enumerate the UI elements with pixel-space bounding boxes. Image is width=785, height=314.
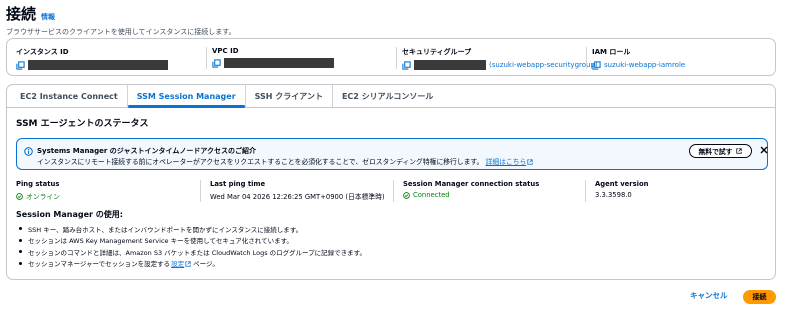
iam-role-field: IAM ロール suzuki-webapp-iamrole [586, 47, 685, 70]
agent-version-value: 3.3.3598.0 [595, 191, 632, 199]
copy-icon[interactable] [16, 60, 25, 70]
copy-icon[interactable] [402, 60, 411, 70]
page-header: 接続 情報 ブラウザサービスのクライアントを使用してインスタンスに接続します。 [6, 3, 236, 37]
connection-status-label: Session Manager connection status [403, 180, 540, 188]
instance-summary-card: インスタンス ID VPC ID セキュリティグループ (suzuki-weba… [6, 38, 776, 76]
agent-version-label: Agent version [595, 180, 649, 188]
list-item: SSH キー、踏み台ホスト、またはインバウンドポートを開かずにインスタンスに接続… [16, 223, 366, 235]
alert-body: インスタンスにリモート接続する前にオペレーターがアクセスをリクエストすることを必… [37, 156, 533, 166]
external-link-icon [736, 148, 743, 154]
info-icon [24, 147, 33, 156]
security-group-id-redacted [414, 60, 486, 70]
last-ping-value: Wed Mar 04 2026 12:26:25 GMT+0900 (日本標準時… [210, 193, 385, 201]
learn-more-label: 詳細はこちら [485, 158, 527, 166]
external-link-icon [527, 159, 533, 165]
page-title: 接続 [6, 5, 37, 23]
copy-icon[interactable] [212, 58, 221, 68]
close-icon[interactable] [759, 145, 769, 155]
try-for-free-label: 無料で試す [698, 148, 733, 156]
connection-tabs: EC2 Instance Connect SSM Session Manager… [7, 85, 775, 108]
connection-status-value: Connected [413, 191, 450, 199]
instance-id-label: インスタンス ID [16, 48, 69, 56]
settings-link[interactable]: 設定 [171, 258, 191, 268]
last-ping-field: Last ping time Wed Mar 04 2026 12:26:25 … [200, 180, 385, 202]
vpc-id-field: VPC ID [206, 47, 334, 69]
list-item: セッションのコマンドと詳細は、Amazon S3 バケットまたは CloudWa… [16, 246, 366, 258]
vpc-id-redacted [224, 58, 334, 68]
try-for-free-button[interactable]: 無料で試す [689, 144, 752, 158]
iam-role-link[interactable]: suzuki-webapp-iamrole [604, 61, 685, 69]
vpc-id-label: VPC ID [212, 47, 239, 55]
agent-version-field: Agent version 3.3.3598.0 [585, 180, 648, 202]
agent-status-grid: Ping status オンライン Last ping time Wed Mar… [16, 180, 771, 202]
last-ping-label: Last ping time [210, 180, 266, 188]
ping-status-value: オンライン [26, 193, 60, 201]
list-item: セッションマネージャーでセッションを設定する 設定 ページ。 [16, 258, 366, 270]
connect-button[interactable]: 接続 [743, 290, 776, 304]
usage-list: SSH キー、踏み台ホスト、またはインバウンドポートを開かずにインスタンスに接続… [16, 223, 366, 269]
tab-ec2-instance-connect[interactable]: EC2 Instance Connect [11, 85, 127, 107]
ssm-agent-status-heading: SSM エージェントのステータス [16, 119, 149, 129]
copy-icon[interactable] [592, 60, 601, 70]
check-circle-icon [16, 192, 23, 200]
connection-status-field: Session Manager connection status Connec… [393, 180, 539, 202]
learn-more-link[interactable]: 詳細はこちら [486, 158, 534, 166]
iam-role-label: IAM ロール [592, 48, 631, 56]
ping-status-field: Ping status オンライン [16, 180, 60, 202]
security-group-label: セキュリティグループ [402, 48, 472, 56]
tab-ssm-session-manager[interactable]: SSM Session Manager [126, 85, 245, 108]
cancel-button[interactable]: キャンセル [690, 290, 728, 301]
security-group-field: セキュリティグループ (suzuki-webapp-securitygroup) [396, 47, 598, 70]
usage-heading: Session Manager の使用: [16, 210, 123, 219]
security-group-link[interactable]: (suzuki-webapp-securitygroup) [489, 61, 598, 69]
external-link-icon [185, 261, 191, 267]
instance-id-field: インスタンス ID [16, 47, 168, 70]
tab-ssh-client[interactable]: SSH クライアント [244, 85, 332, 107]
instance-id-redacted [28, 60, 168, 70]
ping-status-label: Ping status [16, 180, 60, 188]
jit-access-alert: Systems Manager のジャストインタイムノードアクセスのご紹介 イン… [16, 138, 768, 170]
connect-panel: EC2 Instance Connect SSM Session Manager… [6, 84, 776, 280]
tab-ec2-serial-console[interactable]: EC2 シリアルコンソール [331, 85, 442, 107]
check-circle-icon [403, 191, 410, 199]
alert-title: Systems Manager のジャストインタイムノードアクセスのご紹介 [37, 147, 256, 155]
list-item: セッションは AWS Key Management Service キーを使用し… [16, 235, 366, 247]
info-link[interactable]: 情報 [41, 12, 55, 22]
page-description: ブラウザサービスのクライアントを使用してインスタンスに接続します。 [6, 28, 236, 36]
alert-body-text: インスタンスにリモート接続する前にオペレーターがアクセスをリクエストすることを必… [37, 158, 484, 166]
